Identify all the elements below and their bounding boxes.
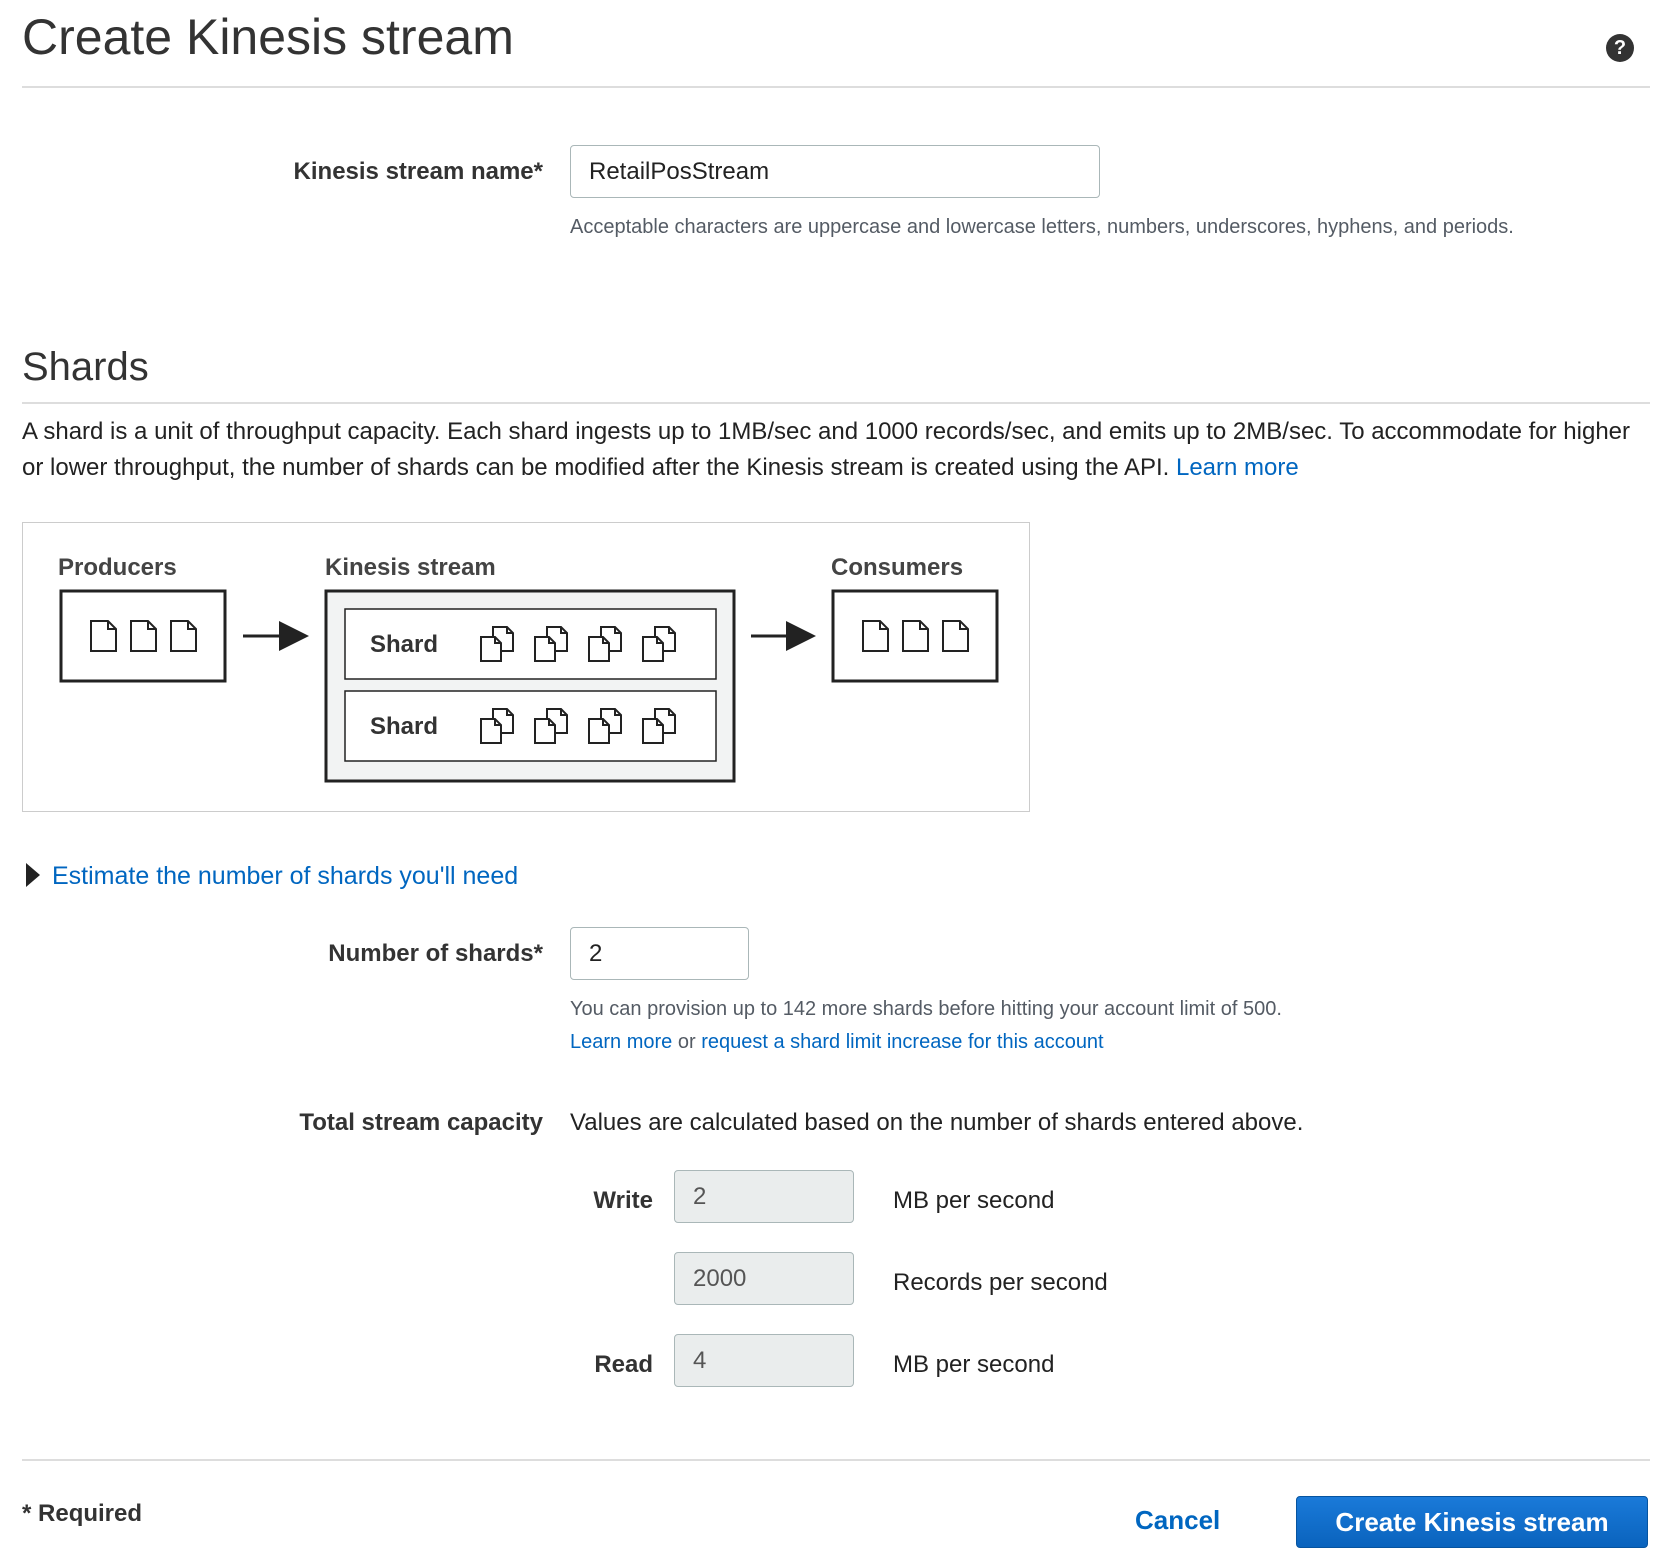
consumer-record-icon [902,620,929,652]
shards-divider [22,402,1650,404]
kinesis-diagram-svg: Producers Kinesis stream Shard Shard Con… [58,554,999,783]
capacity-label: Total stream capacity [299,1109,543,1136]
learn-more-shards-link[interactable]: Learn more [570,1031,672,1053]
request-limit-increase-link[interactable]: request a shard limit increase for this … [701,1031,1103,1053]
num-shards-links: Learn more or request a shard limit incr… [570,1031,1104,1054]
or-text: or [677,1031,696,1053]
consumer-record-icon [862,620,889,652]
num-shards-hint: You can provision up to 142 more shards … [570,998,1282,1020]
kinesis-stream-label: Kinesis stream [325,554,496,581]
stream-name-label: Kinesis stream name* [293,158,543,185]
num-shards-label: Number of shards* [328,940,543,967]
producer-record-icon [90,620,117,652]
write-records-unit: Records per second [893,1269,1108,1296]
write-mb-unit: MB per second [893,1187,1055,1214]
cancel-button[interactable]: Cancel [1135,1505,1220,1536]
producer-record-icon [130,620,157,652]
shards-section-title: Shards [22,345,149,389]
shards-description-text: A shard is a unit of throughput capacity… [22,418,1630,481]
stream-name-input[interactable] [570,145,1100,198]
help-icon[interactable]: ? [1606,34,1634,62]
write-label: Write [593,1187,653,1214]
kinesis-diagram: Producers Kinesis stream Shard Shard Con… [22,522,1030,812]
estimate-shards-expander[interactable]: Estimate the number of shards you'll nee… [26,862,518,891]
shard-label: Shard [370,713,438,740]
read-mb-unit: MB per second [893,1351,1055,1378]
shard-label: Shard [370,631,438,658]
header-divider [22,86,1650,88]
caret-right-icon [26,863,40,888]
producer-record-icon [170,620,197,652]
shards-description: A shard is a unit of throughput capacity… [22,414,1652,486]
required-note: * Required [22,1500,143,1527]
producers-label: Producers [58,554,177,581]
page-title: Create Kinesis stream [22,9,514,65]
learn-more-link[interactable]: Learn more [1176,454,1299,481]
footer-divider [22,1459,1650,1461]
read-mb-field [674,1334,854,1387]
estimate-shards-label: Estimate the number of shards you'll nee… [52,862,519,890]
stream-name-hint: Acceptable characters are uppercase and … [570,216,1514,238]
capacity-description: Values are calculated based on the numbe… [570,1109,1304,1136]
write-mb-field [674,1170,854,1223]
read-label: Read [594,1351,653,1378]
write-records-field [674,1252,854,1305]
create-stream-button[interactable]: Create Kinesis stream [1296,1496,1648,1548]
consumer-record-icon [942,620,969,652]
consumers-label: Consumers [831,554,963,581]
num-shards-input[interactable] [570,927,749,980]
